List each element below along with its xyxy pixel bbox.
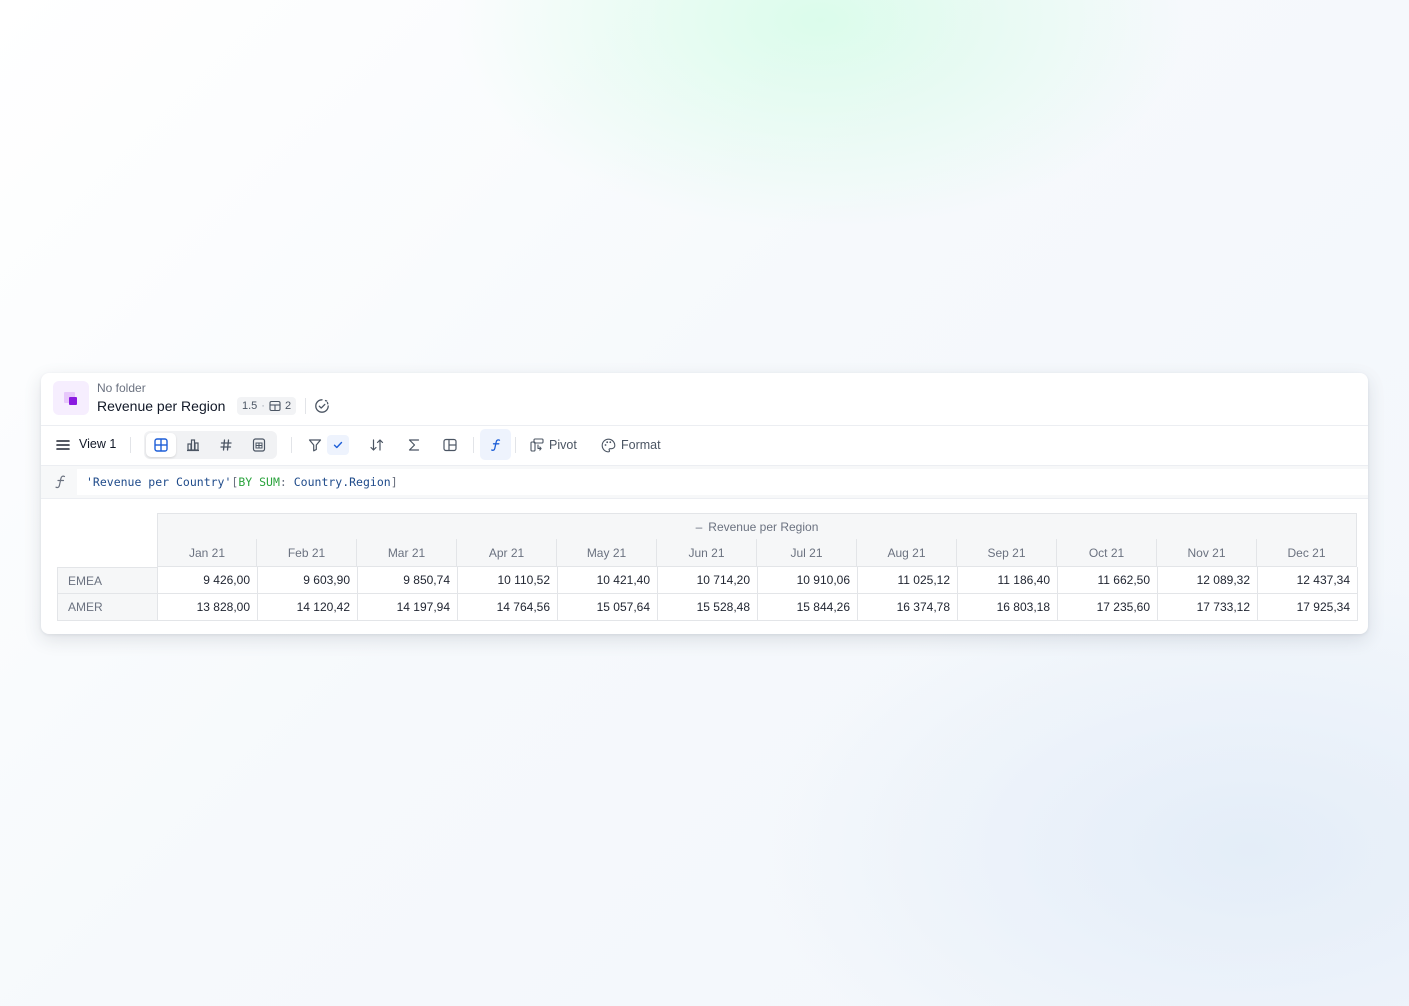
- table-icon: [269, 400, 281, 412]
- column-header[interactable]: Aug 21: [857, 539, 957, 567]
- column-header[interactable]: Sep 21: [957, 539, 1057, 567]
- block-badges[interactable]: 1.5 · 2: [237, 397, 297, 415]
- column-header[interactable]: Mar 21: [357, 539, 457, 567]
- workbook-card: No folder Revenue per Region 1.5 · 2 Vie…: [41, 373, 1368, 634]
- column-header[interactable]: Apr 21: [457, 539, 557, 567]
- table-cell[interactable]: 15 057,64: [558, 594, 658, 621]
- table-cell[interactable]: 11 662,50: [1058, 567, 1158, 594]
- checkmark-icon: [333, 441, 343, 449]
- row-header[interactable]: AMER: [57, 594, 158, 621]
- format-label: Format: [621, 438, 661, 452]
- column-header[interactable]: Jun 21: [657, 539, 757, 567]
- menu-button[interactable]: [53, 435, 73, 455]
- table-cell[interactable]: 9 603,90: [258, 567, 358, 594]
- toolbar: View 1 Pivot Format: [41, 425, 1368, 466]
- layout-panel-icon: [443, 438, 457, 452]
- table-cell[interactable]: 9 426,00: [158, 567, 258, 594]
- toolbar-divider: [473, 437, 474, 453]
- function-icon: [490, 438, 500, 451]
- badge-value: 1.5: [242, 400, 258, 412]
- column-header[interactable]: Nov 21: [1157, 539, 1257, 567]
- pivot-label: Pivot: [549, 438, 577, 452]
- row-header[interactable]: EMEA: [57, 567, 158, 594]
- formula-bar: 'Revenue per Country'[BY SUM: Country.Re…: [41, 466, 1368, 499]
- pivot-icon: [530, 438, 544, 452]
- table-cell[interactable]: 17 733,12: [1158, 594, 1258, 621]
- sort-button[interactable]: [363, 431, 391, 459]
- view-type-switcher: [144, 431, 277, 459]
- badge-count: 2: [284, 400, 292, 412]
- table-cell[interactable]: 11 186,40: [958, 567, 1058, 594]
- column-header[interactable]: Oct 21: [1057, 539, 1157, 567]
- layout-button[interactable]: [436, 431, 464, 459]
- view-selector[interactable]: View 1: [79, 437, 116, 451]
- table-view-button[interactable]: [146, 433, 176, 457]
- table-cell[interactable]: 10 110,52: [458, 567, 558, 594]
- block-title[interactable]: Revenue per Region: [97, 398, 225, 414]
- column-header[interactable]: Jan 21: [157, 539, 257, 567]
- filter-active-toggle[interactable]: [327, 435, 349, 455]
- aggregate-button[interactable]: [400, 431, 428, 459]
- table-grid-icon: [154, 438, 168, 452]
- column-header[interactable]: May 21: [557, 539, 657, 567]
- badge-separator: ·: [261, 400, 265, 412]
- sigma-icon: [408, 439, 420, 451]
- table-cell[interactable]: 12 089,32: [1158, 567, 1258, 594]
- table-cell[interactable]: 11 025,12: [858, 567, 958, 594]
- column-group-header[interactable]: – Revenue per Region: [157, 513, 1357, 540]
- toolbar-divider: [291, 437, 292, 453]
- toolbar-divider: [130, 437, 131, 453]
- table-cell[interactable]: 15 528,48: [658, 594, 758, 621]
- palette-icon: [601, 438, 616, 452]
- number-view-button[interactable]: [211, 433, 241, 457]
- formula-toggle-button[interactable]: [480, 429, 511, 460]
- table-cell[interactable]: 10 714,20: [658, 567, 758, 594]
- table-cell[interactable]: 17 925,34: [1258, 594, 1358, 621]
- collapse-icon[interactable]: –: [696, 520, 703, 534]
- table-cell[interactable]: 14 764,56: [458, 594, 558, 621]
- table-cell[interactable]: 9 850,74: [358, 567, 458, 594]
- formula-expression: 'Revenue per Country'[BY SUM: Country.Re…: [86, 475, 398, 489]
- sheet-view-button[interactable]: [244, 433, 274, 457]
- bar-chart-icon: [187, 439, 199, 452]
- header-divider: [305, 398, 306, 414]
- function-icon: [55, 475, 66, 489]
- hamburger-icon: [56, 440, 70, 450]
- table-cell[interactable]: 16 803,18: [958, 594, 1058, 621]
- filter-icon: [308, 439, 322, 452]
- table-cell[interactable]: 14 197,94: [358, 594, 458, 621]
- format-button[interactable]: Format: [601, 431, 661, 459]
- column-group-label: Revenue per Region: [708, 519, 819, 534]
- verified-check-icon[interactable]: [314, 398, 330, 414]
- filter-button[interactable]: [301, 431, 329, 459]
- table-cell[interactable]: 17 235,60: [1058, 594, 1158, 621]
- block-type-icon: [53, 381, 89, 415]
- formula-input[interactable]: 'Revenue per Country'[BY SUM: Country.Re…: [77, 469, 1368, 495]
- column-header[interactable]: Dec 21: [1257, 539, 1357, 567]
- table-cell[interactable]: 15 844,26: [758, 594, 858, 621]
- table-cell[interactable]: 10 910,06: [758, 567, 858, 594]
- sort-arrows-icon: [370, 439, 384, 451]
- toolbar-divider: [515, 437, 516, 453]
- pivot-button[interactable]: Pivot: [530, 431, 577, 459]
- folder-label[interactable]: No folder: [97, 381, 146, 395]
- table-cell[interactable]: 12 437,34: [1258, 567, 1358, 594]
- column-header[interactable]: Feb 21: [257, 539, 357, 567]
- table-cell[interactable]: 10 421,40: [558, 567, 658, 594]
- column-header[interactable]: Jul 21: [757, 539, 857, 567]
- block-header: No folder Revenue per Region 1.5 · 2: [41, 373, 1368, 426]
- table-cell[interactable]: 13 828,00: [158, 594, 258, 621]
- table-cell[interactable]: 14 120,42: [258, 594, 358, 621]
- table-cell[interactable]: 16 374,78: [858, 594, 958, 621]
- chart-view-button[interactable]: [178, 433, 208, 457]
- hash-icon: [220, 439, 232, 451]
- spreadsheet-icon: [252, 438, 266, 452]
